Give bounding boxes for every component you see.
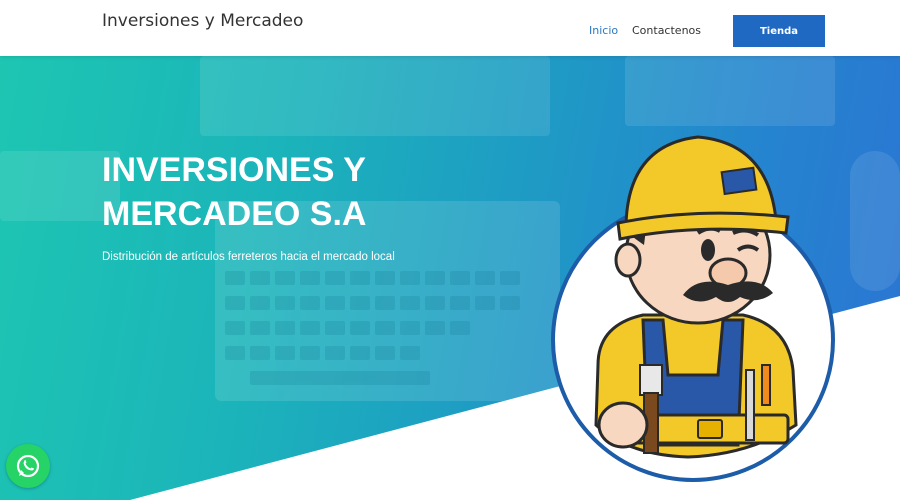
nav-link-inicio[interactable]: Inicio: [589, 24, 618, 37]
hero-title-line-1: INVERSIONES Y: [102, 151, 366, 189]
nav-link-contactenos[interactable]: Contactenos: [632, 24, 701, 37]
whatsapp-button[interactable]: [6, 444, 50, 488]
whatsapp-icon: [16, 454, 40, 478]
hero-title-line-2: MERCADEO S.A: [102, 195, 367, 233]
hero-title: INVERSIONES Y MERCADEO S.A: [102, 148, 462, 236]
hero-subtitle: Distribución de artículos ferreteros hac…: [102, 251, 395, 263]
brand-name[interactable]: Inversiones y Mercadeo: [102, 11, 303, 31]
handyman-mascot-illustration: [551, 135, 835, 482]
navbar: Inversiones y Mercadeo Inicio Contacteno…: [0, 0, 900, 56]
shop-button[interactable]: Tienda: [733, 15, 825, 47]
